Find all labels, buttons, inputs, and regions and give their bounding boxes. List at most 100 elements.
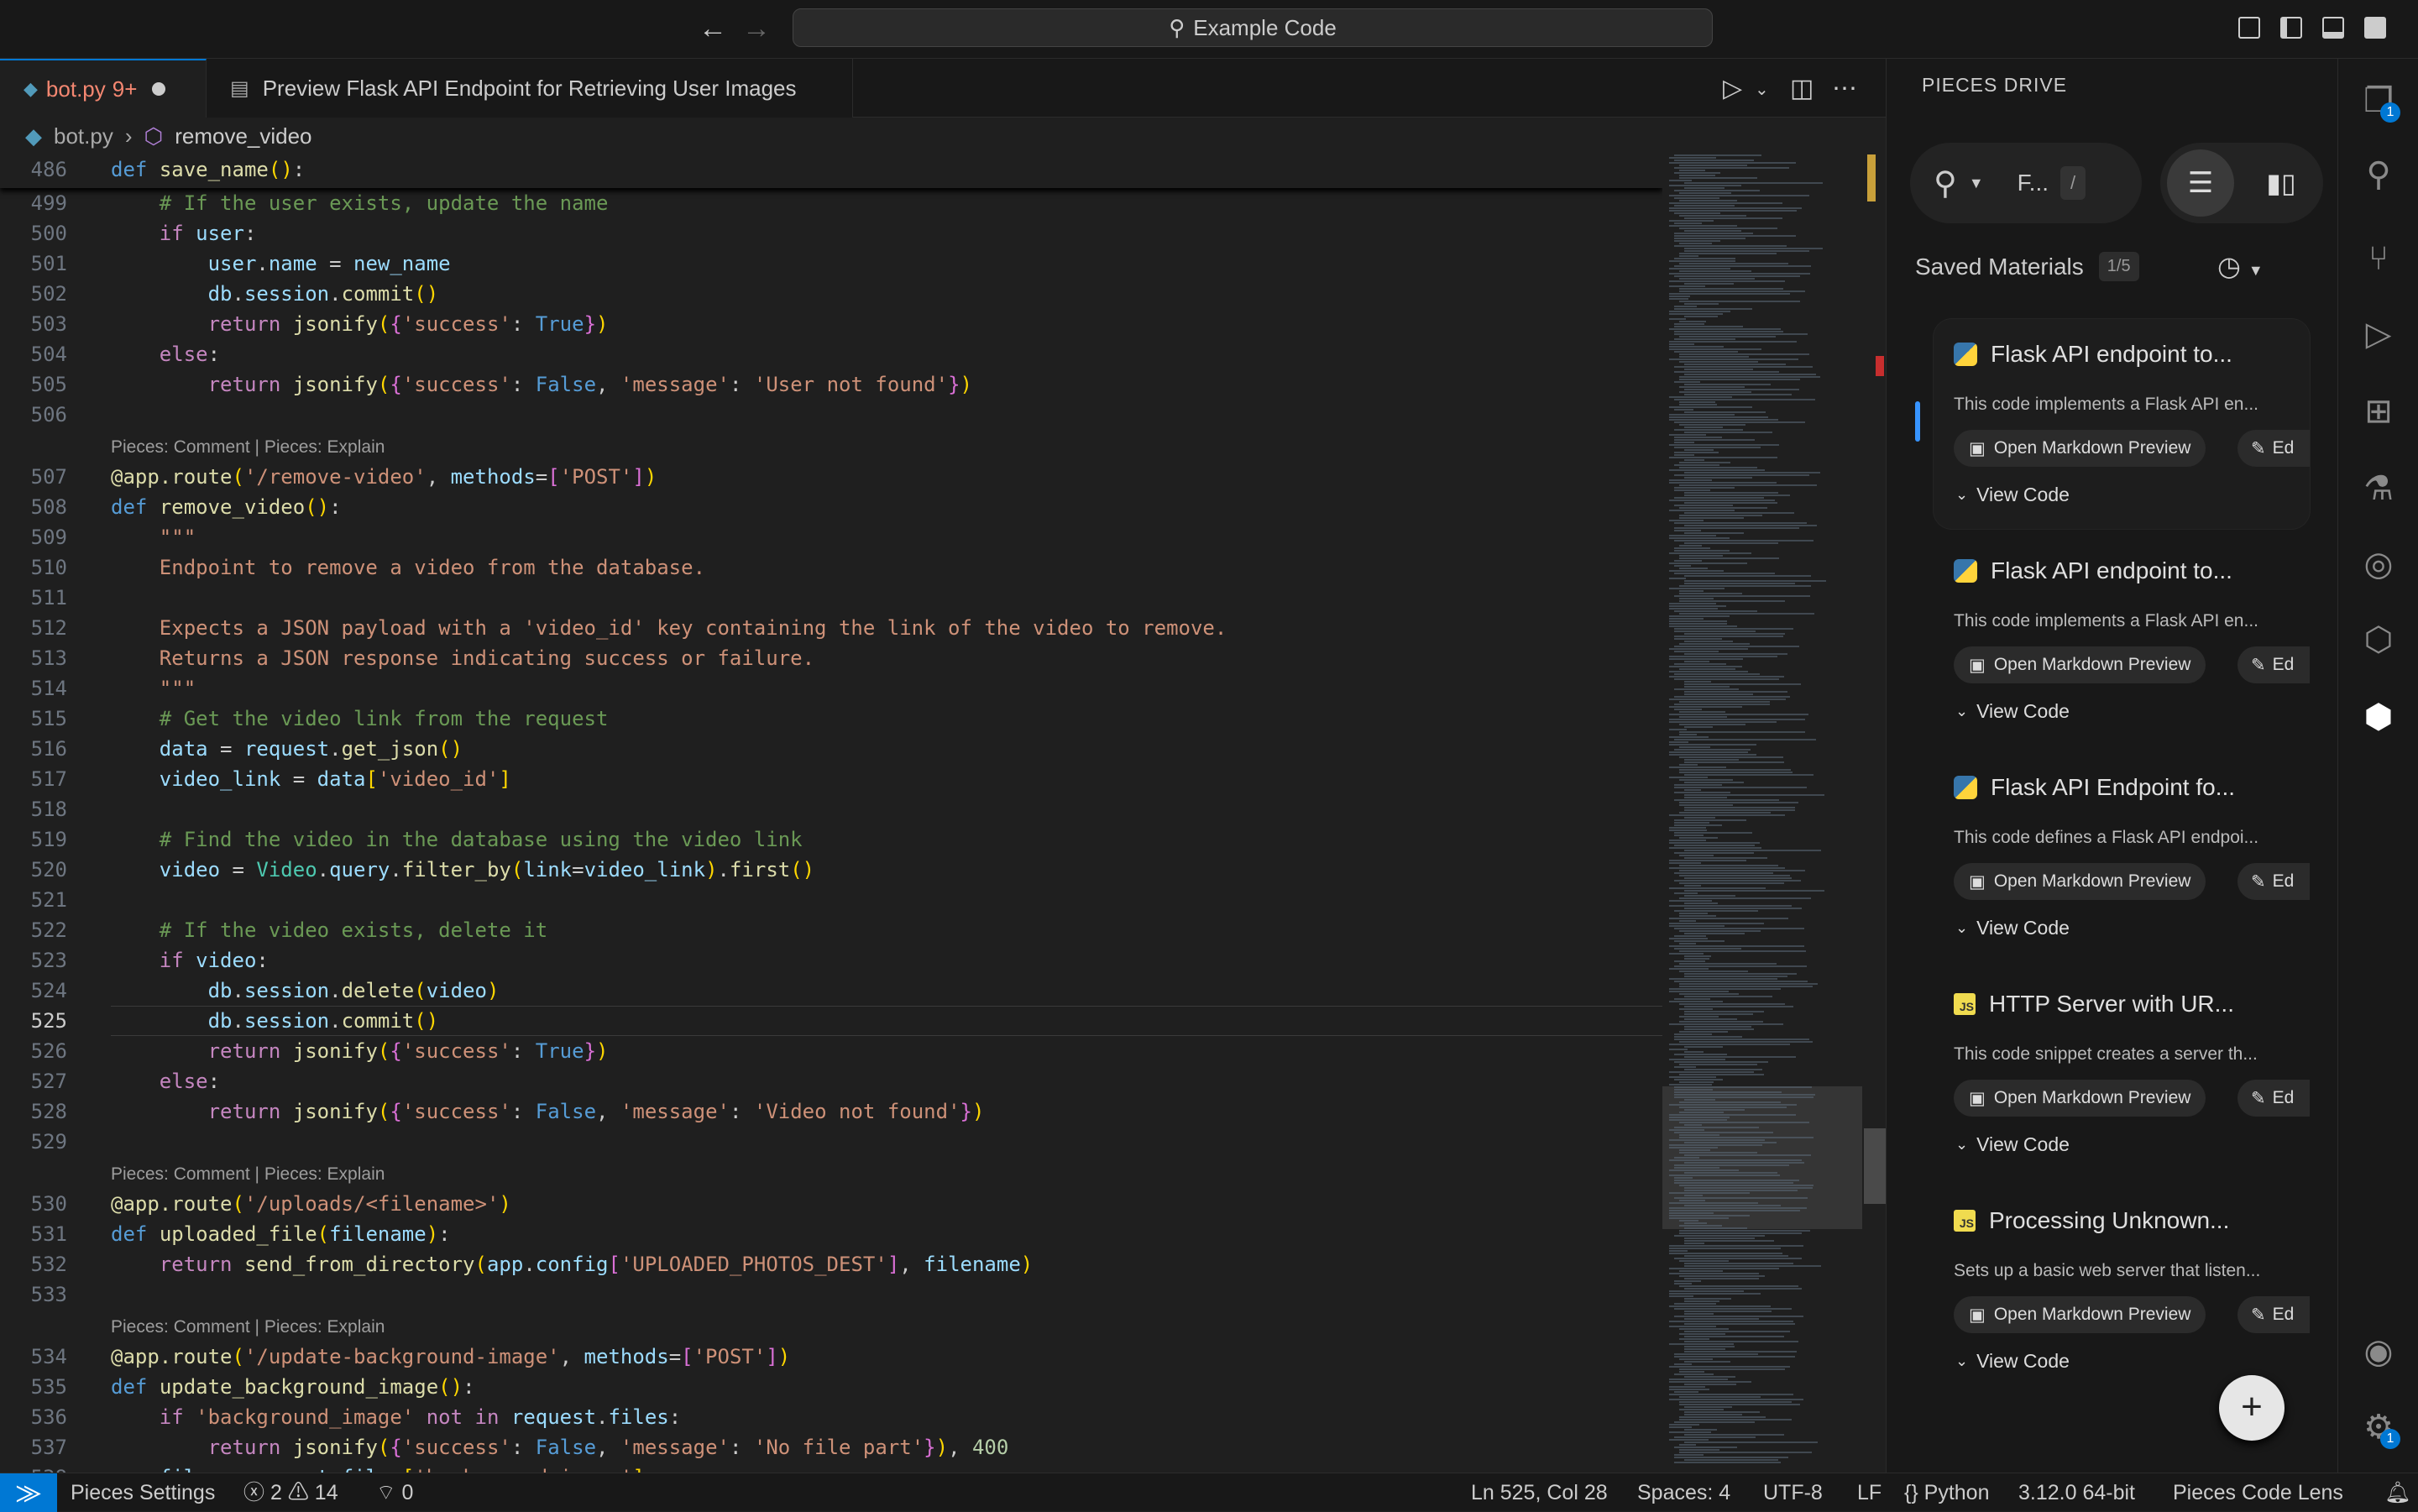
code-line[interactable]: 518 [0,794,1662,824]
card-title[interactable]: JS HTTP Server with UR... [1954,991,2234,1018]
view-code-toggle[interactable]: ⌄ View Code [1955,700,2070,723]
code-line[interactable]: 531 def uploaded_file(filename): [0,1219,1662,1249]
pieces-code-lens[interactable]: Pieces: Comment | Pieces: Explain [111,1162,385,1187]
code-line[interactable]: 525 db.session.commit() [0,1006,1662,1036]
edit-button[interactable]: ✎ Ed [2237,646,2310,683]
code-line[interactable]: 519 # Find the video in the database usi… [0,824,1662,855]
toggle-secondary-sidebar-icon[interactable] [2364,17,2386,39]
code-line[interactable]: 523 if video: [0,945,1662,976]
code-line[interactable]: 509 """ [0,522,1662,552]
toggle-panel-icon[interactable] [2322,17,2344,39]
open-markdown-preview-button[interactable]: ▣ Open Markdown Preview [1954,1296,2206,1333]
code-line[interactable]: 527 else: [0,1066,1662,1096]
view-code-toggle[interactable]: ⌄ View Code [1955,1133,2070,1156]
view-code-toggle[interactable]: ⌄ View Code [1955,917,2070,939]
code-line[interactable]: 526 return jsonify({'success': True}) [0,1036,1662,1066]
settings-gear-icon[interactable]: ⚙ 1 [2355,1404,2402,1451]
code-line[interactable]: 522 # If the video exists, delete it [0,915,1662,945]
code-line[interactable]: 505 return jsonify({'success': False, 'm… [0,369,1662,400]
command-center-search[interactable]: ⚲ Example Code [793,8,1713,47]
more-actions-icon[interactable]: ⋯ [1832,74,1857,103]
code-editor[interactable]: 499 # If the user exists, update the nam… [0,154,1662,1473]
view-code-toggle[interactable]: ⌄ View Code [1955,1350,2070,1373]
code-line[interactable]: 514 """ [0,673,1662,704]
card-title[interactable]: Flask API Endpoint fo... [1954,774,2235,801]
edit-button[interactable]: ✎ Ed [2237,430,2310,467]
saved-material-card[interactable]: Flask API endpoint to... This code implem… [1934,319,2310,529]
python-interpreter[interactable]: 3.12.0 64-bit [2018,1473,2135,1512]
saved-material-card[interactable]: JS HTTP Server with UR... This code snippe… [1934,969,2310,1179]
pieces-drive-icon[interactable]: ⬢ [2355,693,2402,740]
code-line[interactable]: 511 [0,583,1662,613]
view-code-toggle[interactable]: ⌄ View Code [1955,484,2070,506]
run-icon[interactable]: ▷ [1723,74,1742,103]
card-title[interactable]: Flask API endpoint to... [1954,557,2232,584]
back-arrow-icon[interactable]: ← [699,12,727,45]
code-line[interactable]: 503 return jsonify({'success': True}) [0,309,1662,339]
toggle-primary-sidebar-icon[interactable] [2280,17,2302,39]
code-line[interactable]: 500 if user: [0,218,1662,249]
code-line[interactable]: 537 return jsonify({'success': False, 'm… [0,1432,1662,1462]
list-view-icon[interactable]: ☰ [2167,149,2234,217]
code-line[interactable]: 516 data = request.get_json() [0,734,1662,764]
code-line[interactable]: 512 Expects a JSON payload with a 'video… [0,613,1662,643]
search-query[interactable]: F... [2018,170,2049,196]
code-line[interactable]: 524 db.session.delete(video) [0,976,1662,1006]
run-debug-icon[interactable]: ▷ [2355,311,2402,358]
open-markdown-preview-button[interactable]: ▣ Open Markdown Preview [1954,1080,2206,1117]
code-line[interactable]: 506 [0,400,1662,430]
code-line[interactable]: 529 [0,1127,1662,1157]
code-line[interactable]: 520 video = Video.query.filter_by(link=v… [0,855,1662,885]
card-title[interactable]: JS Processing Unknown... [1954,1207,2229,1234]
open-markdown-preview-button[interactable]: ▣ Open Markdown Preview [1954,863,2206,900]
code-line[interactable]: 536 if 'background_image' not in request… [0,1402,1662,1432]
code-line[interactable]: 517 video_link = data['video_id'] [0,764,1662,794]
extensions-icon[interactable]: ⊞ [2355,388,2402,435]
saved-material-card[interactable]: Flask API endpoint to... This code implem… [1934,536,2310,746]
split-editor-icon[interactable]: ◫ [1790,74,1814,103]
pieces-explorer-icon[interactable]: ⬡ [2355,616,2402,663]
code-line[interactable]: 501 user.name = new_name [0,249,1662,279]
code-line[interactable]: 508 def remove_video(): [0,492,1662,522]
end-of-line[interactable]: LF [1857,1473,1882,1512]
code-line[interactable]: 499 # If the user exists, update the nam… [0,188,1662,218]
editor-scrollbar[interactable] [1864,154,1886,1473]
code-line[interactable]: 535 def update_background_image(): [0,1372,1662,1402]
add-snippet-button[interactable]: + [2219,1375,2285,1441]
open-markdown-preview-button[interactable]: ▣ Open Markdown Preview [1954,430,2206,467]
breadcrumb-symbol[interactable]: remove_video [175,123,311,149]
open-markdown-preview-button[interactable]: ▣ Open Markdown Preview [1954,646,2206,683]
edit-button[interactable]: ✎ Ed [2237,863,2310,900]
pieces-code-lens[interactable]: Pieces: Comment | Pieces: Explain [111,1315,385,1340]
cursor-position[interactable]: Ln 525, Col 28 [1471,1473,1608,1512]
language-mode[interactable]: {} Python [1904,1473,1990,1512]
sticky-scroll-header[interactable]: 486 def save_name(): [0,154,1662,188]
pieces-copilot-icon[interactable]: ◎ [2355,541,2402,588]
indentation[interactable]: Spaces: 4 [1637,1473,1730,1512]
pieces-search[interactable]: ⚲ ▼ F... / [1910,143,2142,223]
code-line[interactable]: 528 return jsonify({'success': False, 'm… [0,1096,1662,1127]
run-dropdown-icon[interactable]: ⌄ [1755,79,1769,100]
chevron-down-icon[interactable]: ▼ [1969,175,1984,192]
code-line[interactable]: 507 @app.route('/remove-video', methods=[… [0,462,1662,492]
saved-material-card[interactable]: JS Processing Unknown... Sets up a basic w… [1934,1185,2310,1395]
code-line[interactable]: 533 [0,1279,1662,1310]
forward-arrow-icon[interactable]: → [742,12,771,45]
code-line[interactable]: 502 db.session.commit() [0,279,1662,309]
explorer-icon[interactable]: ❐ 1 [2355,77,2402,124]
remote-indicator-icon[interactable]: ⨠ [0,1473,57,1512]
sort-recent-icon[interactable]: ◷ ▼ [2217,250,2264,282]
customize-layout-icon[interactable] [2238,17,2260,39]
source-control-icon[interactable]: ⑂ [2355,235,2402,282]
code-line[interactable]: 521 [0,885,1662,915]
edit-button[interactable]: ✎ Ed [2237,1296,2310,1333]
code-line[interactable]: 513 Returns a JSON response indicating s… [0,643,1662,673]
minimap[interactable] [1662,154,1864,1473]
code-line[interactable]: 532 return send_from_directory(app.confi… [0,1249,1662,1279]
gallery-view-icon[interactable]: ▮▯ [2248,149,2315,217]
edit-button[interactable]: ✎ Ed [2237,1080,2310,1117]
scrollbar-thumb[interactable] [1864,1128,1886,1204]
pieces-code-lens[interactable]: Pieces: Comment | Pieces: Explain [111,435,385,460]
pieces-settings[interactable]: Pieces Settings [71,1473,215,1512]
code-line[interactable]: 504 else: [0,339,1662,369]
